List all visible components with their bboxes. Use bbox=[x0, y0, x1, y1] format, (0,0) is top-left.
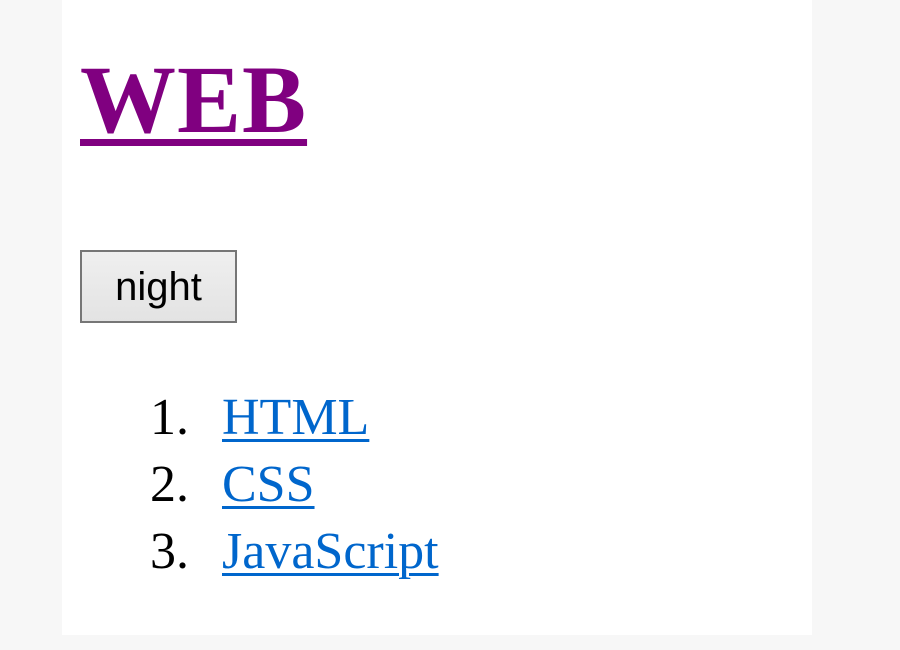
css-link[interactable]: CSS bbox=[222, 456, 315, 513]
list-number: 1. bbox=[150, 389, 189, 446]
title-link[interactable]: WEB bbox=[80, 46, 307, 153]
page-title: WEB bbox=[80, 52, 307, 148]
topic-list: 1. HTML 2. CSS 3. JavaScript bbox=[150, 384, 439, 585]
page-body: WEB night 1. HTML 2. CSS 3. JavaScript bbox=[62, 0, 812, 635]
list-number: 3. bbox=[150, 523, 189, 580]
javascript-link[interactable]: JavaScript bbox=[222, 523, 439, 580]
list-number: 2. bbox=[150, 456, 189, 513]
list-item: 2. CSS bbox=[150, 451, 439, 518]
list-item: 1. HTML bbox=[150, 384, 439, 451]
list-item: 3. JavaScript bbox=[150, 518, 439, 585]
night-mode-button[interactable]: night bbox=[80, 250, 237, 323]
html-link[interactable]: HTML bbox=[222, 389, 369, 446]
